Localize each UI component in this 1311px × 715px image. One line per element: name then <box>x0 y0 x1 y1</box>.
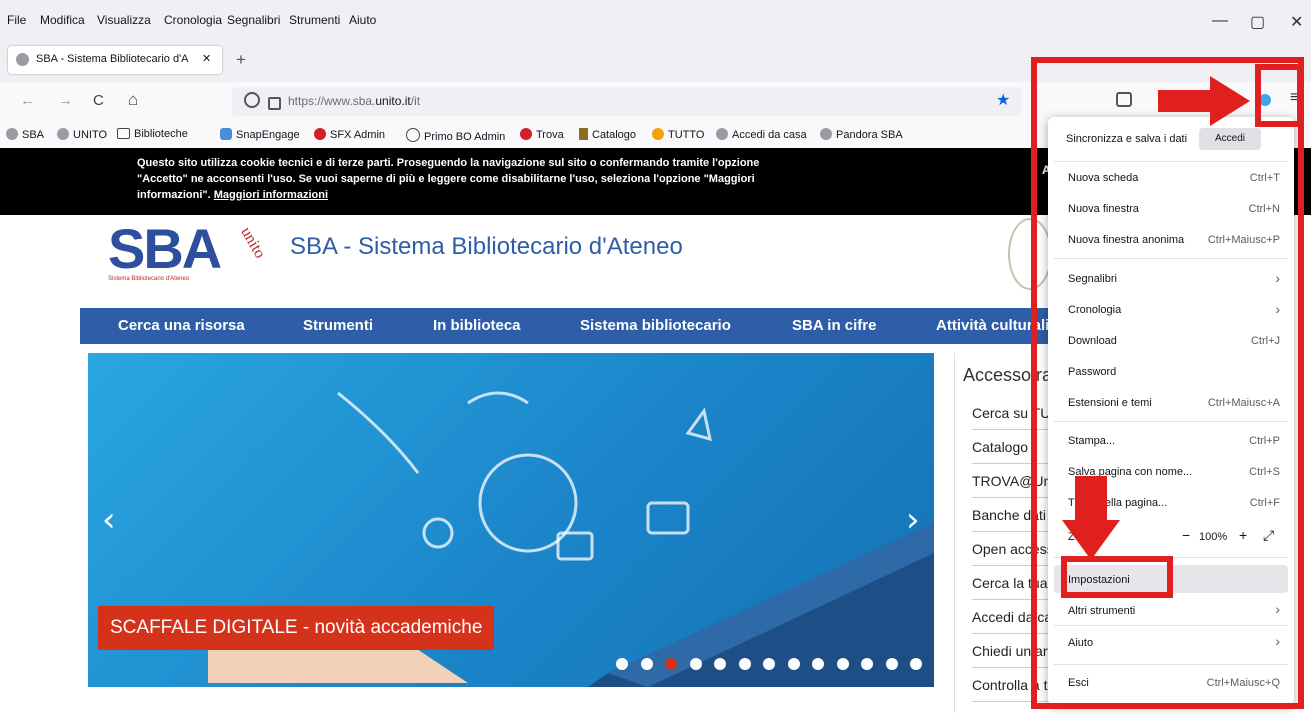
restore-button[interactable]: ▢ <box>1250 12 1265 32</box>
music-illustration-icon <box>685 407 712 442</box>
bookmark-catalogo[interactable]: Catalogo <box>579 128 636 141</box>
minimize-button[interactable]: — <box>1212 12 1228 30</box>
menu-strumenti[interactable]: Strumenti <box>289 13 340 27</box>
new-tab-button[interactable]: + <box>236 50 246 70</box>
bookmark-primo-bo-admin[interactable]: Primo BO Admin <box>406 128 505 143</box>
slider-dot[interactable] <box>714 658 726 670</box>
slider-dot[interactable] <box>934 658 947 670</box>
nav-strumenti[interactable]: Strumenti <box>303 317 373 334</box>
tab-title: SBA - Sistema Bibliotecario d'A <box>36 53 189 65</box>
cloud-illustration-icon <box>467 391 529 405</box>
site-title: SBA - Sistema Bibliotecario d'Ateneo <box>290 233 683 260</box>
annotation-arrow-right-icon <box>1158 76 1250 126</box>
annotation-menu-box <box>1031 57 1304 709</box>
bookmark-tutto[interactable]: TUTTO <box>652 128 704 141</box>
shield-icon <box>244 92 260 108</box>
slider-dot[interactable] <box>665 658 677 670</box>
sba-logo[interactable]: SBA unito Sistema Bibliotecario d'Ateneo <box>104 217 274 286</box>
slider-dot[interactable] <box>787 658 800 670</box>
menu-bar: File Modifica Visualizza Cronologia Segn… <box>0 0 1311 38</box>
sfx-icon <box>314 128 326 140</box>
slider-dot[interactable] <box>836 658 849 670</box>
tutto-icon <box>652 128 664 140</box>
globe-icon <box>406 128 420 142</box>
slider-dot[interactable] <box>861 658 873 670</box>
menu-cronologia[interactable]: Cronologia <box>164 13 222 27</box>
slider-dot[interactable] <box>738 658 751 670</box>
back-icon[interactable]: ← <box>20 92 35 109</box>
nav-cerca-una-risorsa[interactable]: Cerca una risorsa <box>118 317 245 334</box>
home-icon[interactable]: ⌂ <box>128 90 138 110</box>
reload-icon[interactable]: C <box>93 92 104 109</box>
close-window-button[interactable]: ✕ <box>1290 12 1303 32</box>
nav-sba-in-cifre[interactable]: SBA in cifre <box>792 317 876 334</box>
bookmark-unito[interactable]: UNITO <box>57 128 107 141</box>
globe-icon <box>716 128 728 140</box>
bookmark-trova[interactable]: Trova <box>520 128 564 141</box>
bookmark-sfx-admin[interactable]: SFX Admin <box>314 128 385 141</box>
logo-subtitle: Sistema Bibliotecario d'Ateneo <box>108 276 190 282</box>
bookmark-snapengage[interactable]: SnapEngage <box>220 128 300 141</box>
slider-prev-icon[interactable]: ‹ <box>102 500 116 540</box>
lock-icon <box>268 97 281 110</box>
annotation-hamburger-box <box>1255 64 1303 127</box>
menu-aiuto[interactable]: Aiuto <box>349 13 376 27</box>
bookmark-accedi-da-casa[interactable]: Accedi da casa <box>716 128 807 141</box>
slider-dot[interactable] <box>763 658 775 670</box>
sfx-icon <box>520 128 532 140</box>
slider-dot[interactable] <box>910 658 922 670</box>
annotation-arrow-down-icon <box>1062 476 1120 560</box>
favicon-icon <box>16 53 29 66</box>
url-text: https://www.sba.unito.it/it <box>288 94 421 108</box>
folder-icon <box>117 128 130 139</box>
chat-icon <box>220 128 232 140</box>
tab-sba[interactable]: SBA - Sistema Bibliotecario d'A ✕ <box>8 46 222 74</box>
slider-next-icon[interactable]: › <box>906 500 920 540</box>
nav-in-biblioteca[interactable]: In biblioteca <box>433 317 521 334</box>
slider-dot[interactable] <box>640 658 653 670</box>
menu-segnalibri[interactable]: Segnalibri <box>227 13 280 27</box>
slider-dot[interactable] <box>616 658 628 670</box>
forward-icon[interactable]: → <box>58 92 73 109</box>
nav-sistema-bibliotecario[interactable]: Sistema bibliotecario <box>580 317 731 334</box>
menu-visualizza[interactable]: Visualizza <box>97 13 151 27</box>
bookmark-sba[interactable]: SBA <box>6 128 44 141</box>
bookmark-star-icon[interactable]: ★ <box>996 90 1010 110</box>
slide-caption[interactable]: SCAFFALE DIGITALE - novità accademiche <box>98 606 495 650</box>
more-info-link[interactable]: Maggiori informazioni <box>214 189 328 201</box>
bookmark-pandora-sba[interactable]: Pandora SBA <box>820 128 903 141</box>
globe-icon <box>820 128 832 140</box>
slider-dot[interactable] <box>812 658 824 670</box>
logo-unito: unito <box>237 224 269 262</box>
globe-icon <box>6 128 18 140</box>
globe-icon <box>57 128 69 140</box>
annotation-settings-box <box>1061 556 1173 598</box>
close-tab-icon[interactable]: ✕ <box>202 52 211 65</box>
slider-dot[interactable] <box>885 658 898 670</box>
logo-letters: SBA <box>108 217 222 280</box>
url-bar[interactable]: https://www.sba.unito.it/it ★ <box>232 87 1022 116</box>
slider-dot[interactable] <box>689 658 702 670</box>
books-icon <box>579 128 588 140</box>
bookmark-biblioteche[interactable]: Biblioteche <box>117 128 188 140</box>
cookie-text: Questo sito utilizza cookie tecnici e di… <box>137 157 760 201</box>
menu-modifica[interactable]: Modifica <box>40 13 85 27</box>
menu-file[interactable]: File <box>7 13 26 27</box>
camera-illustration-icon <box>646 501 690 535</box>
